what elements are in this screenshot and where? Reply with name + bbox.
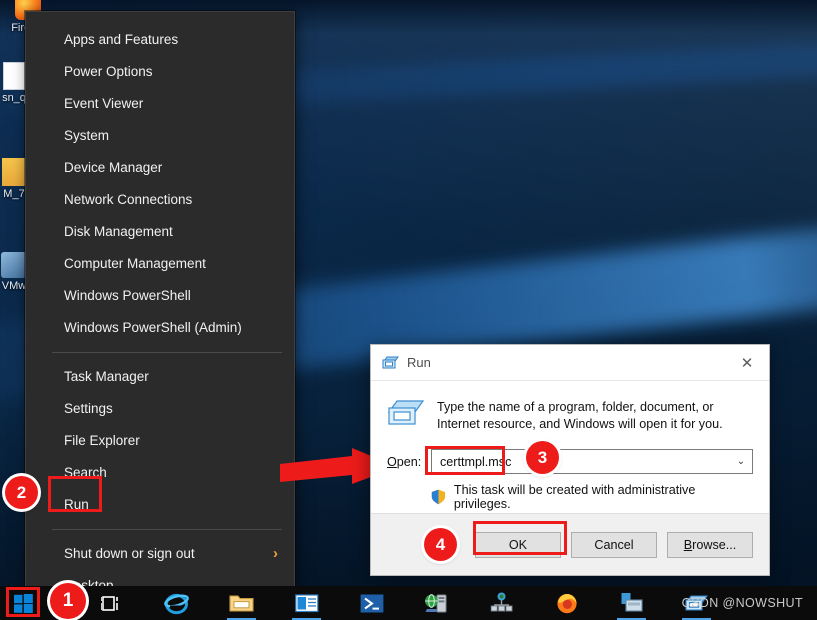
taskbar-task-view-icon[interactable]: [88, 586, 135, 620]
taskbar-server-manager-icon[interactable]: [413, 586, 460, 620]
menu-item-device-manager[interactable]: Device Manager: [26, 152, 294, 184]
menu-item-network-connections[interactable]: Network Connections: [26, 184, 294, 216]
open-field-label: Open:: [387, 455, 431, 469]
menu-item-file-explorer[interactable]: File Explorer: [26, 425, 294, 457]
run-dialog-body: Type the name of a program, folder, docu…: [371, 381, 769, 513]
taskbar-remote-desktop-icon[interactable]: [608, 586, 655, 620]
menu-item-task-manager[interactable]: Task Manager: [26, 361, 294, 393]
taskbar-internet-explorer-icon[interactable]: [153, 586, 200, 620]
open-label-mnemonic: O: [387, 454, 397, 469]
start-button[interactable]: [0, 586, 46, 620]
winx-context-menu[interactable]: Apps and Features Power Options Event Vi…: [25, 11, 295, 593]
menu-item-search[interactable]: Search: [26, 457, 294, 489]
menu-item-label: Task Manager: [64, 369, 149, 384]
document-icon: [3, 62, 25, 90]
menu-item-label: Network Connections: [64, 192, 193, 207]
taskbar-outlook-icon[interactable]: [283, 586, 330, 620]
menu-item-label: Apps and Features: [64, 32, 179, 47]
menu-item-label: Settings: [64, 401, 113, 416]
menu-item-run[interactable]: Run: [26, 489, 294, 521]
open-input[interactable]: [431, 449, 753, 474]
menu-item-label: Run: [64, 497, 89, 512]
open-label-rest: pen:: [396, 454, 422, 469]
browse-label-mnemonic: B: [683, 537, 693, 552]
remote-desktop-icon: [621, 593, 643, 612]
menu-item-event-viewer[interactable]: Event Viewer: [26, 88, 294, 120]
file-explorer-icon: [229, 594, 254, 612]
taskbar-network-map-icon[interactable]: [478, 586, 525, 620]
menu-separator-1: [52, 352, 282, 353]
watermark-text: CSDN @NOWSHUT: [681, 596, 803, 610]
uac-notice-text: This task will be created with administr…: [453, 483, 696, 511]
menu-item-label: File Explorer: [64, 433, 140, 448]
run-large-icon: [387, 400, 425, 425]
taskbar-firefox-icon[interactable]: [543, 586, 590, 620]
menu-item-disk-management[interactable]: Disk Management: [26, 216, 294, 248]
annotation-badge-3: 3: [526, 441, 559, 474]
menu-item-label: Shut down or sign out: [64, 546, 195, 561]
menu-item-settings[interactable]: Settings: [26, 393, 294, 425]
menu-item-power-options[interactable]: Power Options: [26, 56, 294, 88]
close-icon[interactable]: ✕: [725, 345, 769, 380]
annotation-badge-4: 4: [424, 528, 457, 561]
menu-item-label: Windows PowerShell (Admin): [64, 320, 242, 335]
powershell-icon: [360, 594, 383, 612]
run-window-icon: [382, 356, 399, 369]
menu-item-computer-management[interactable]: Computer Management: [26, 248, 294, 280]
annotation-badge-1: 1: [50, 583, 86, 619]
internet-explorer-icon: [164, 593, 189, 614]
taskbar[interactable]: CSDN @NOWSHUT: [0, 586, 817, 620]
menu-item-windows-powershell-admin[interactable]: Windows PowerShell (Admin): [26, 312, 294, 344]
menu-item-system[interactable]: System: [26, 120, 294, 152]
chevron-right-icon: ›: [273, 545, 278, 562]
menu-item-apps-and-features[interactable]: Apps and Features: [26, 24, 294, 56]
firefox-icon: [556, 594, 577, 614]
run-dialog-description: Type the name of a program, folder, docu…: [437, 400, 723, 431]
ok-button[interactable]: OK: [475, 531, 561, 558]
outlook-icon: [294, 593, 318, 612]
open-field-row: Open: ⌄: [387, 449, 753, 474]
menu-item-label: System: [64, 128, 110, 143]
browse-button[interactable]: Browse...: [667, 531, 753, 558]
menu-item-label: Power Options: [64, 64, 153, 79]
shield-icon: [431, 489, 446, 505]
taskbar-file-explorer-icon[interactable]: [218, 586, 265, 620]
vmware-icon: [1, 252, 27, 278]
menu-item-label: Computer Management: [64, 256, 206, 271]
note-icon: [2, 158, 26, 186]
uac-notice-row: This task will be created with administr…: [387, 483, 753, 511]
server-manager-icon: [425, 593, 447, 612]
menu-item-label: Disk Management: [64, 224, 173, 239]
browse-label-rest: rowse...: [692, 537, 737, 552]
menu-item-shut-down-or-sign-out[interactable]: Shut down or sign out ›: [26, 538, 294, 570]
task-view-icon: [101, 595, 118, 611]
network-map-icon: [490, 592, 513, 612]
taskbar-powershell-icon[interactable]: [348, 586, 395, 620]
chevron-down-icon[interactable]: ⌄: [730, 450, 752, 473]
run-dialog-titlebar[interactable]: Run ✕: [371, 345, 769, 381]
menu-item-label: Windows PowerShell: [64, 288, 191, 303]
annotation-badge-2: 2: [5, 476, 38, 509]
menu-item-label: Device Manager: [64, 160, 163, 175]
menu-item-windows-powershell[interactable]: Windows PowerShell: [26, 280, 294, 312]
menu-item-label: Search: [64, 465, 107, 480]
menu-item-label: Event Viewer: [64, 96, 144, 111]
menu-separator-2: [52, 529, 282, 530]
run-dialog-title: Run: [407, 355, 431, 370]
cancel-button[interactable]: Cancel: [571, 531, 657, 558]
windows-logo-icon: [13, 593, 33, 613]
